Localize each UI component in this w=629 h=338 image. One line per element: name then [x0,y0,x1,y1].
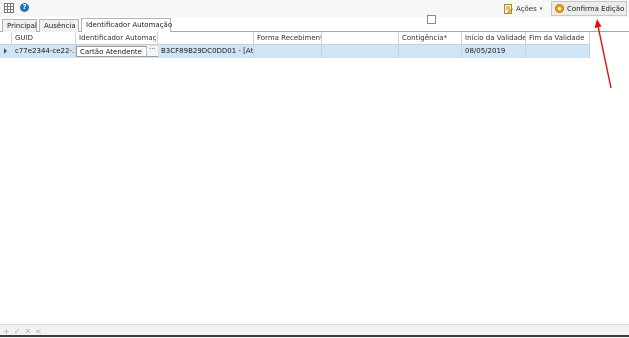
tab-bar: Principal Ausência Identificador Automaç… [0,18,629,32]
column-header-fim-validade[interactable]: Fim da Validade [526,32,590,45]
tab-label: Identificador Automação [86,21,173,29]
tab-ausencia[interactable]: Ausência [39,19,79,32]
confirma-edicao-label: Confirma Edição [567,4,625,13]
chevron-down-icon: ▾ [539,5,543,12]
column-header-guid[interactable]: GUID [12,32,76,45]
inicio-validade-cell[interactable]: 08/05/2019 [462,45,526,58]
column-header-codigo[interactable] [158,32,254,45]
column-header-contingencia[interactable]: Contigência* [399,32,462,45]
tab-identificador-automacao[interactable]: Identificador Automação [81,18,173,32]
document-edit-icon [504,3,513,14]
column-header-forma-recebimento[interactable]: Forma Recebimento [254,32,322,45]
column-header-inicio-validade[interactable]: Início da Validade [462,32,526,45]
ellipsis-button[interactable]: ··· [146,46,158,56]
tab-label: Principal [7,22,37,30]
acoes-label: Ações [516,4,537,13]
blank-cell[interactable] [322,45,399,58]
codigo-cell[interactable]: B3CF89B29DC0DD01 - [Ati... [158,45,254,58]
column-header-identificador[interactable]: Identificador Automação [76,32,158,45]
contingencia-cell[interactable] [399,45,462,58]
contingencia-checkbox[interactable] [427,15,436,24]
table-row[interactable]: c77e2344-ce22-... Cartão Atendente ··· B… [0,45,590,58]
column-header-blank[interactable] [322,32,399,45]
forma-recebimento-cell[interactable] [254,45,322,58]
current-row-indicator-icon [4,48,7,54]
tab-principal[interactable]: Principal [2,19,37,32]
confirm-icon [555,4,564,13]
grid-icon[interactable] [4,3,14,13]
acoes-menu-button[interactable]: Ações ▾ [504,2,542,15]
confirma-edicao-button[interactable]: Confirma Edição [551,1,627,16]
help-icon[interactable]: ? [20,3,29,12]
toolbar: ? Ações ▾ Confirma Edição [0,0,629,17]
guid-cell[interactable]: c77e2344-ce22-... [12,45,76,58]
row-indicator-header [0,32,12,45]
fim-validade-cell[interactable] [526,45,590,58]
tab-label: Ausência [44,22,76,30]
